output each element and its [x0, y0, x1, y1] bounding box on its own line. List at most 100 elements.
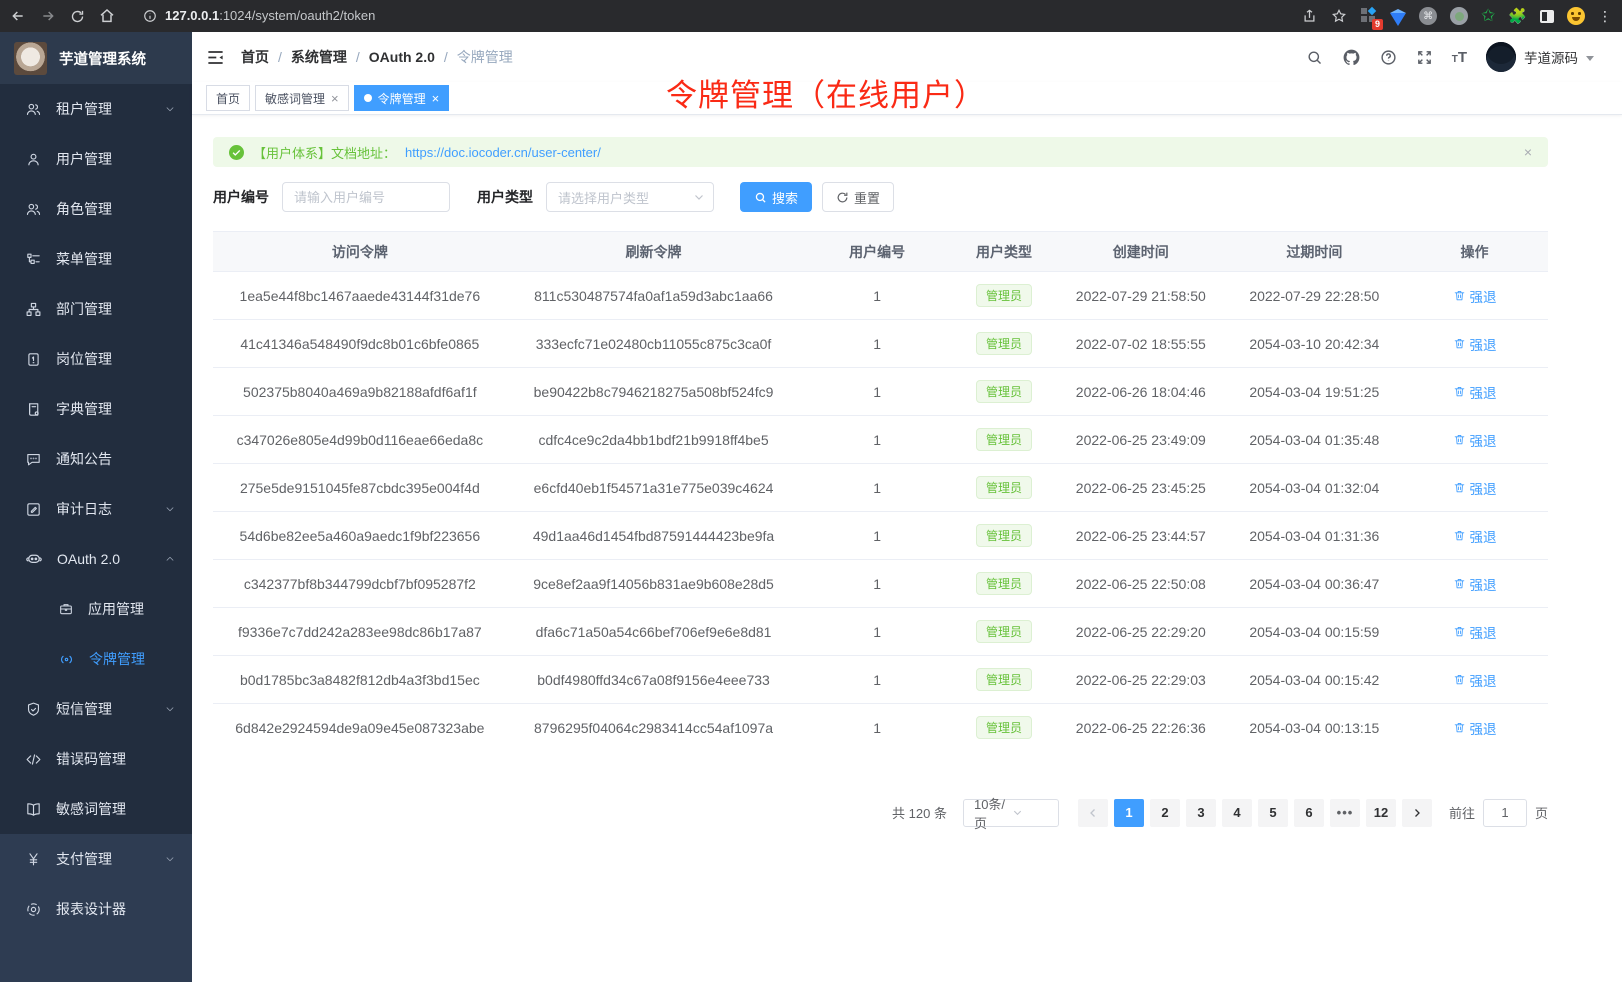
doc-link[interactable]: https://doc.iocoder.cn/user-center/	[405, 145, 601, 160]
prev-page-button[interactable]	[1078, 799, 1108, 827]
extension-grid-icon[interactable]: 9	[1361, 8, 1377, 24]
column-header: 操作	[1401, 232, 1548, 272]
page-button-5[interactable]: 5	[1258, 799, 1288, 827]
force-logout-button[interactable]: 强退	[1453, 526, 1497, 546]
force-logout-button[interactable]: 强退	[1453, 382, 1497, 402]
sidebar-item-notice[interactable]: 通知公告	[0, 434, 192, 484]
help-icon[interactable]	[1380, 49, 1397, 66]
tab-home[interactable]: 首页	[206, 85, 250, 111]
search-button[interactable]: 搜索	[740, 182, 812, 212]
page-button-2[interactable]: 2	[1150, 799, 1180, 827]
home-icon[interactable]	[99, 8, 115, 24]
profile-emoji-icon[interactable]	[1567, 7, 1585, 25]
reset-button[interactable]: 重置	[822, 182, 894, 212]
sidebar-item-user[interactable]: 用户管理	[0, 134, 192, 184]
fullscreen-icon[interactable]	[1416, 49, 1433, 66]
collapse-sidebar-icon[interactable]	[206, 48, 225, 67]
breadcrumb-item[interactable]: 首页	[241, 47, 269, 67]
action-cell: 强退	[1401, 416, 1548, 464]
next-page-button[interactable]	[1402, 799, 1432, 827]
sidebar-item-report-designer[interactable]: 报表设计器	[0, 884, 192, 934]
user-id-input[interactable]	[282, 182, 450, 212]
sidebar-item-oauth2[interactable]: OAuth 2.0	[0, 534, 192, 584]
address-bar[interactable]: 127.0.0.1:1024/system/oauth2/token	[143, 7, 1288, 25]
back-icon[interactable]	[10, 8, 26, 24]
github-icon[interactable]	[1342, 48, 1361, 67]
browser-menu-icon[interactable]: ⋮	[1598, 11, 1612, 21]
force-logout-button[interactable]: 强退	[1453, 334, 1497, 354]
sidebar-item-pay[interactable]: 支付管理	[0, 834, 192, 884]
sidebar-item-audit-log[interactable]: 审计日志	[0, 484, 192, 534]
sidebar-item-sms[interactable]: 短信管理	[0, 684, 192, 734]
sidebar-item-dict[interactable]: 字典管理	[0, 384, 192, 434]
close-icon[interactable]: ×	[432, 92, 440, 105]
sidebar-item-oauth2-app[interactable]: 应用管理	[0, 584, 192, 634]
tab-oauth2-token[interactable]: 令牌管理×	[354, 85, 450, 111]
user-type-badge: 管理员	[976, 572, 1032, 595]
site-info-icon[interactable]	[143, 9, 157, 23]
tabs-bar: 首页敏感词管理×令牌管理×	[192, 82, 1622, 115]
action-cell: 强退	[1401, 272, 1548, 320]
more-pages-button[interactable]: •••	[1330, 799, 1360, 827]
force-logout-label: 强退	[1470, 286, 1497, 306]
tab-sensitive-word[interactable]: 敏感词管理×	[255, 85, 349, 111]
recorder-extension-icon[interactable]	[1450, 7, 1468, 25]
force-logout-button[interactable]: 强退	[1453, 670, 1497, 690]
sidebar-item-error-code[interactable]: 错误码管理	[0, 734, 192, 784]
force-logout-button[interactable]: 强退	[1453, 286, 1497, 306]
sidebar-item-dept[interactable]: 部门管理	[0, 284, 192, 334]
forward-icon[interactable]	[40, 8, 56, 24]
access-token-cell: 275e5de9151045fe87cbdc395e004f4d	[213, 464, 507, 512]
force-logout-button[interactable]: 强退	[1453, 574, 1497, 594]
close-icon[interactable]: ×	[331, 92, 339, 105]
breadcrumb-item[interactable]: 系统管理	[291, 47, 347, 67]
page-button-1[interactable]: 1	[1114, 799, 1144, 827]
refresh-token-cell: 811c530487574fa0af1a59d3abc1aa66	[507, 272, 801, 320]
user-type-badge: 管理员	[976, 716, 1032, 739]
page-button-6[interactable]: 6	[1294, 799, 1324, 827]
access-token-cell: 502375b8040a469a9b82188afdf6af1f	[213, 368, 507, 416]
command-extension-icon[interactable]: ⌘	[1419, 7, 1437, 25]
page-button-12[interactable]: 12	[1366, 799, 1396, 827]
force-logout-button[interactable]: 强退	[1453, 430, 1497, 450]
access-token-cell: f9336e7c7dd242a283ee98dc86b17a87	[213, 608, 507, 656]
goto-page-input[interactable]	[1483, 799, 1527, 827]
breadcrumb-item[interactable]: OAuth 2.0	[369, 49, 435, 65]
search-icon[interactable]	[1306, 49, 1323, 66]
created-time-cell: 2022-07-02 18:55:55	[1054, 320, 1228, 368]
bookmark-star-icon[interactable]	[1331, 8, 1347, 24]
page-size-select[interactable]: 10条/页	[963, 799, 1059, 827]
sidebar-item-tenant[interactable]: 租户管理	[0, 84, 192, 134]
sidebar-item-post[interactable]: 岗位管理	[0, 334, 192, 384]
page-button-4[interactable]: 4	[1222, 799, 1252, 827]
extensions-puzzle-icon[interactable]: 🧩	[1508, 7, 1527, 25]
user-menu[interactable]: 芋道源码	[1486, 42, 1594, 72]
sidebar-item-menu[interactable]: 菜单管理	[0, 234, 192, 284]
user-type-label: 用户类型	[477, 187, 533, 207]
sidebar-item-role[interactable]: 角色管理	[0, 184, 192, 234]
font-size-icon[interactable]: TT	[1452, 49, 1467, 66]
expire-time-cell: 2054-03-04 01:35:48	[1228, 416, 1402, 464]
green-star-extension-icon[interactable]: ✩	[1481, 8, 1495, 24]
user-type-badge: 管理员	[976, 380, 1032, 403]
sidebar-item-sensitive-word[interactable]: 敏感词管理	[0, 784, 192, 834]
table-row: 275e5de9151045fe87cbdc395e004f4de6cfd40e…	[213, 464, 1548, 512]
force-logout-button[interactable]: 强退	[1453, 718, 1497, 738]
refresh-token-cell: dfa6c71a50a54c66bef706ef9e6e8d81	[507, 608, 801, 656]
side-panel-icon[interactable]	[1540, 10, 1554, 23]
page-button-3[interactable]: 3	[1186, 799, 1216, 827]
refresh-token-cell: 49d1aa46d1454fbd87591444423be9fa	[507, 512, 801, 560]
force-logout-button[interactable]: 强退	[1453, 622, 1497, 642]
user-type-select[interactable]: 请选择用户类型	[546, 182, 714, 212]
breadcrumb-separator: /	[356, 49, 360, 65]
user-id-cell: 1	[800, 560, 954, 608]
force-logout-button[interactable]: 强退	[1453, 478, 1497, 498]
gem-extension-icon[interactable]	[1390, 13, 1406, 26]
share-icon[interactable]	[1302, 8, 1317, 24]
close-icon[interactable]: ×	[1524, 144, 1532, 160]
sidebar-item-oauth2-token[interactable]: 令牌管理	[0, 634, 192, 684]
breadcrumb: 首页/系统管理/OAuth 2.0/令牌管理	[241, 47, 1306, 67]
sidebar-item-label: 部门管理	[56, 299, 176, 319]
reload-icon[interactable]	[70, 9, 85, 24]
access-token-cell: 54d6be82ee5a460a9aedc1f9bf223656	[213, 512, 507, 560]
